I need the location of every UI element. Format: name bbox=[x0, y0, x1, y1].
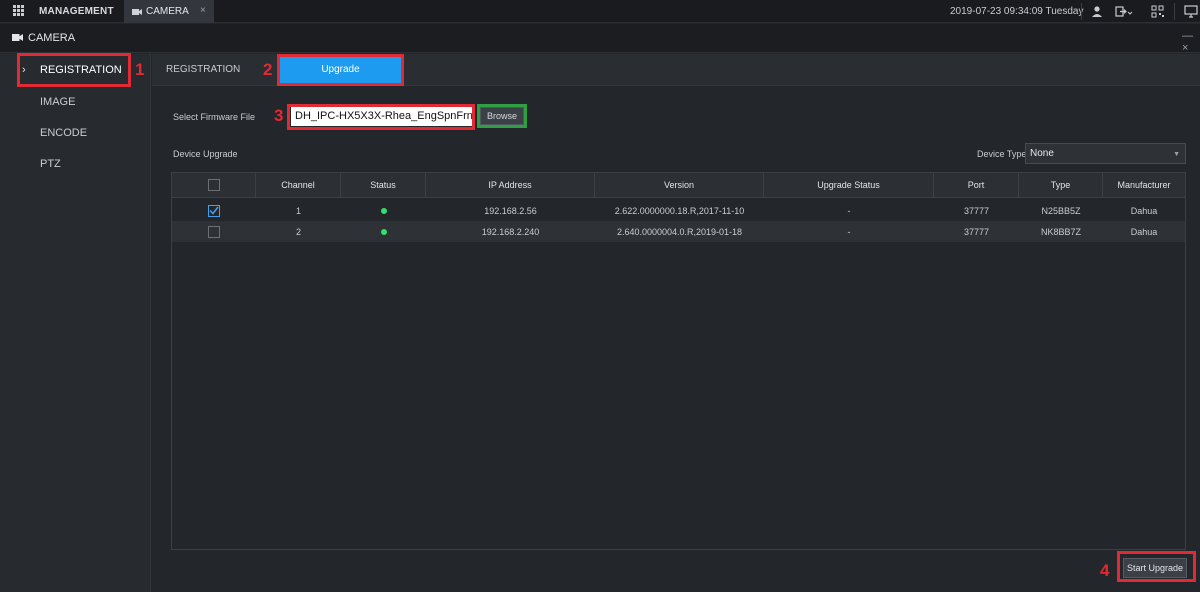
camera-tab[interactable]: CAMERA × bbox=[124, 0, 214, 23]
header-select-all[interactable] bbox=[172, 173, 256, 197]
page-header: CAMERA — × bbox=[0, 24, 1200, 54]
cell-channel: 2 bbox=[295, 226, 301, 237]
column-header-version: Version bbox=[595, 173, 764, 197]
camera-icon bbox=[132, 9, 142, 15]
row-select[interactable] bbox=[172, 221, 256, 242]
checkmark-icon bbox=[209, 206, 219, 215]
sidebar: › REGISTRATION IMAGE ENCODE PTZ bbox=[0, 54, 151, 592]
column-header-upgrade-status: Upgrade Status bbox=[764, 173, 934, 197]
column-header-type: Type bbox=[1019, 173, 1103, 197]
qr-code-icon[interactable] bbox=[1151, 5, 1165, 18]
status-online-icon bbox=[380, 207, 387, 214]
cell-manufacturer: Dahua bbox=[1130, 205, 1158, 216]
annotation-box-firmware-input bbox=[287, 104, 475, 130]
device-type-label: Device Type bbox=[977, 149, 1027, 159]
user-icon[interactable] bbox=[1090, 5, 1104, 18]
table-header: Channel Status IP Address Version Upgrad… bbox=[172, 173, 1185, 198]
camera-tab-label: CAMERA bbox=[146, 6, 189, 17]
annotation-number: 2 bbox=[263, 60, 273, 79]
upgrade-panel: Select Firmware File DH_IPC-HX5X3X-Rhea_… bbox=[152, 87, 1200, 592]
cell-status bbox=[341, 221, 426, 242]
device-table: Channel Status IP Address Version Upgrad… bbox=[171, 172, 1186, 550]
page-title: CAMERA bbox=[28, 32, 76, 44]
toolbar-divider bbox=[1081, 3, 1082, 20]
camera-icon bbox=[12, 34, 23, 41]
logout-dropdown-icon[interactable] bbox=[1115, 5, 1133, 18]
sidebar-item-encode[interactable]: ENCODE bbox=[0, 117, 151, 148]
device-upgrade-label: Device Upgrade bbox=[173, 149, 238, 159]
main-menu-grid-icon[interactable] bbox=[13, 5, 26, 17]
device-type-value: None bbox=[1030, 148, 1054, 159]
column-header-channel: Channel bbox=[256, 173, 341, 197]
annotation-number: 4 bbox=[1100, 561, 1110, 580]
cell-type: NK8BB7Z bbox=[1040, 226, 1082, 237]
window-controls[interactable]: — × bbox=[1182, 30, 1200, 54]
annotation-box-start-upgrade bbox=[1117, 551, 1196, 582]
cell-ip-address: 192.168.2.240 bbox=[481, 226, 540, 237]
cell-upgrade-status: - bbox=[847, 226, 851, 237]
cell-channel: 1 bbox=[295, 205, 301, 216]
annotation-box-upgrade bbox=[277, 54, 404, 86]
table-row[interactable]: 2 192.168.2.240 2.640.0000004.0.R,2019-0… bbox=[172, 221, 1185, 242]
column-header-status: Status bbox=[341, 173, 426, 197]
close-tab-icon[interactable]: × bbox=[200, 5, 206, 16]
row-checkbox-checked[interactable] bbox=[208, 204, 220, 217]
sidebar-item-ptz[interactable]: PTZ bbox=[0, 148, 151, 179]
management-tab[interactable]: MANAGEMENT bbox=[39, 6, 114, 17]
column-header-port: Port bbox=[934, 173, 1019, 197]
row-select[interactable] bbox=[172, 200, 256, 221]
sidebar-item-label: PTZ bbox=[40, 158, 61, 170]
column-header-manufacturer: Manufacturer bbox=[1117, 180, 1171, 190]
cell-version: 2.640.0000004.0.R,2019-01-18 bbox=[616, 226, 743, 237]
chevron-down-icon: ▼ bbox=[1173, 151, 1180, 158]
annotation-number: 3 bbox=[274, 106, 284, 125]
status-online-icon bbox=[380, 228, 387, 235]
monitor-icon[interactable] bbox=[1184, 5, 1198, 18]
cell-manufacturer: Dahua bbox=[1130, 226, 1158, 237]
select-all-checkbox[interactable] bbox=[207, 179, 220, 191]
toolbar-divider bbox=[1174, 3, 1175, 20]
row-checkbox[interactable] bbox=[208, 225, 220, 238]
cell-version: 2.622.0000000.18.R,2017-11-10 bbox=[614, 205, 745, 216]
sidebar-item-label: IMAGE bbox=[40, 96, 76, 108]
device-type-select[interactable]: None ▼ bbox=[1025, 143, 1186, 164]
cell-type: N25BB5Z bbox=[1041, 205, 1081, 216]
sidebar-item-image[interactable]: IMAGE bbox=[0, 86, 151, 117]
cell-upgrade-status: - bbox=[847, 205, 851, 216]
sidebar-item-label: ENCODE bbox=[40, 127, 88, 139]
annotation-number: 1 bbox=[135, 60, 145, 79]
table-row[interactable]: 1 192.168.2.56 2.622.0000000.18.R,2017-1… bbox=[172, 200, 1185, 221]
annotation-box-browse bbox=[477, 104, 527, 128]
cell-port: 37777 bbox=[963, 205, 990, 216]
firmware-file-label: Select Firmware File bbox=[173, 112, 256, 122]
annotation-box-registration bbox=[17, 53, 131, 87]
cell-port: 37777 bbox=[963, 226, 990, 237]
cell-ip-address: 192.168.2.56 bbox=[484, 205, 537, 216]
system-datetime: 2019-07-23 09:34:09 Tuesday bbox=[950, 6, 1084, 17]
cell-status bbox=[341, 200, 426, 221]
tab-registration[interactable]: REGISTRATION bbox=[166, 64, 240, 75]
top-bar: MANAGEMENT CAMERA × 2019-07-23 09:34:09 … bbox=[0, 0, 1200, 23]
column-header-ip-address: IP Address bbox=[426, 173, 595, 197]
